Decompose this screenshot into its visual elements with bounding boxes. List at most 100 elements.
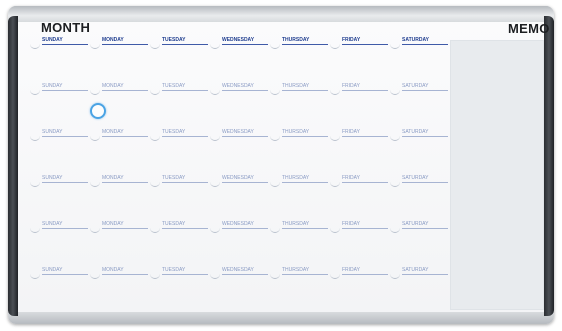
day-cell: WEDNESDAY xyxy=(210,218,274,264)
day-cell: THURSDAY xyxy=(270,218,334,264)
day-label: MONDAY xyxy=(102,37,124,43)
day-underline xyxy=(342,90,388,91)
day-cell: SATURDAY xyxy=(390,172,454,218)
day-label: SUNDAY xyxy=(42,175,63,181)
day-cell: SATURDAY xyxy=(390,218,454,264)
day-cell: THURSDAY xyxy=(270,264,334,310)
day-underline xyxy=(102,182,148,183)
day-cell: TUESDAY xyxy=(150,172,214,218)
day-cell: FRIDAY xyxy=(330,34,394,80)
day-cell: THURSDAY xyxy=(270,172,334,218)
day-underline xyxy=(102,136,148,137)
day-underline xyxy=(102,90,148,91)
hook-mark-icon xyxy=(330,42,340,49)
hook-mark-icon xyxy=(270,134,280,141)
hook-mark-icon xyxy=(210,226,220,233)
day-cell: SUNDAY xyxy=(30,264,94,310)
day-underline xyxy=(402,136,448,137)
day-underline xyxy=(42,182,88,183)
day-cell: THURSDAY xyxy=(270,80,334,126)
day-underline xyxy=(342,44,388,45)
day-underline xyxy=(162,182,208,183)
day-underline xyxy=(402,274,448,275)
day-label: THURSDAY xyxy=(282,37,310,43)
day-label: THURSDAY xyxy=(282,221,310,227)
day-underline xyxy=(222,90,268,91)
day-label: MONDAY xyxy=(102,83,124,89)
day-underline xyxy=(402,182,448,183)
day-cell: SATURDAY xyxy=(390,34,454,80)
day-cell: TUESDAY xyxy=(150,218,214,264)
day-label: THURSDAY xyxy=(282,129,310,135)
hook-mark-icon xyxy=(390,226,400,233)
calendar-grid: SUNDAY MONDAY TUESDAY WEDNESDAY THURSDAY… xyxy=(30,34,449,314)
day-cell: MONDAY xyxy=(90,218,154,264)
day-label: WEDNESDAY xyxy=(222,175,254,181)
day-label: WEDNESDAY xyxy=(222,37,255,43)
hook-mark-icon xyxy=(270,226,280,233)
calendar-week-3: SUNDAY MONDAY TUESDAY WEDNESDAY THURSDAY… xyxy=(30,126,449,172)
day-cell: FRIDAY xyxy=(330,80,394,126)
hook-mark-icon xyxy=(90,180,100,187)
day-underline xyxy=(222,136,268,137)
day-label: SUNDAY xyxy=(42,83,63,89)
day-cell: WEDNESDAY xyxy=(210,80,274,126)
day-label: FRIDAY xyxy=(342,221,360,227)
day-label: FRIDAY xyxy=(342,129,360,135)
day-label: SUNDAY xyxy=(42,221,63,227)
day-underline xyxy=(222,44,268,45)
hook-mark-icon xyxy=(30,88,40,95)
day-label: TUESDAY xyxy=(162,83,186,89)
hook-mark-icon xyxy=(150,42,160,49)
day-label: SATURDAY xyxy=(402,221,429,227)
day-cell: MONDAY xyxy=(90,80,154,126)
hook-mark-icon xyxy=(330,272,340,279)
day-label: SUNDAY xyxy=(42,129,63,135)
day-cell: SUNDAY xyxy=(30,172,94,218)
day-label: SUNDAY xyxy=(42,267,63,273)
day-cell: MONDAY xyxy=(90,126,154,172)
day-underline xyxy=(402,44,448,45)
left-end-cap xyxy=(8,16,18,316)
hook-mark-icon xyxy=(390,180,400,187)
day-underline xyxy=(162,274,208,275)
day-underline xyxy=(102,228,148,229)
day-cell: WEDNESDAY xyxy=(210,126,274,172)
hook-mark-icon xyxy=(150,134,160,141)
day-cell: THURSDAY xyxy=(270,34,334,80)
memo-panel xyxy=(450,40,544,310)
day-underline xyxy=(42,90,88,91)
day-cell: FRIDAY xyxy=(330,264,394,310)
hook-mark-icon xyxy=(30,226,40,233)
hook-mark-icon xyxy=(270,272,280,279)
hook-mark-icon xyxy=(270,42,280,49)
day-underline xyxy=(42,136,88,137)
hook-mark-icon xyxy=(150,272,160,279)
magnet-ring-icon xyxy=(90,103,106,119)
day-underline xyxy=(342,228,388,229)
day-underline xyxy=(342,182,388,183)
day-label: WEDNESDAY xyxy=(222,129,254,135)
day-underline xyxy=(282,44,328,45)
day-label: WEDNESDAY xyxy=(222,83,254,89)
day-label: SATURDAY xyxy=(402,83,429,89)
day-label: FRIDAY xyxy=(342,37,361,43)
hook-mark-icon xyxy=(390,42,400,49)
hook-mark-icon xyxy=(210,134,220,141)
hook-mark-icon xyxy=(330,134,340,141)
day-label: MONDAY xyxy=(102,221,124,227)
day-label: WEDNESDAY xyxy=(222,267,254,273)
right-end-cap xyxy=(544,16,554,316)
day-underline xyxy=(102,274,148,275)
hook-mark-icon xyxy=(30,180,40,187)
day-label: TUESDAY xyxy=(162,267,186,273)
hook-mark-icon xyxy=(390,134,400,141)
day-label: SATURDAY xyxy=(402,267,429,273)
day-underline xyxy=(342,136,388,137)
hook-mark-icon xyxy=(90,226,100,233)
day-underline xyxy=(162,228,208,229)
day-cell: TUESDAY xyxy=(150,264,214,310)
day-label: TUESDAY xyxy=(162,129,186,135)
hook-mark-icon xyxy=(330,226,340,233)
day-label: FRIDAY xyxy=(342,83,360,89)
